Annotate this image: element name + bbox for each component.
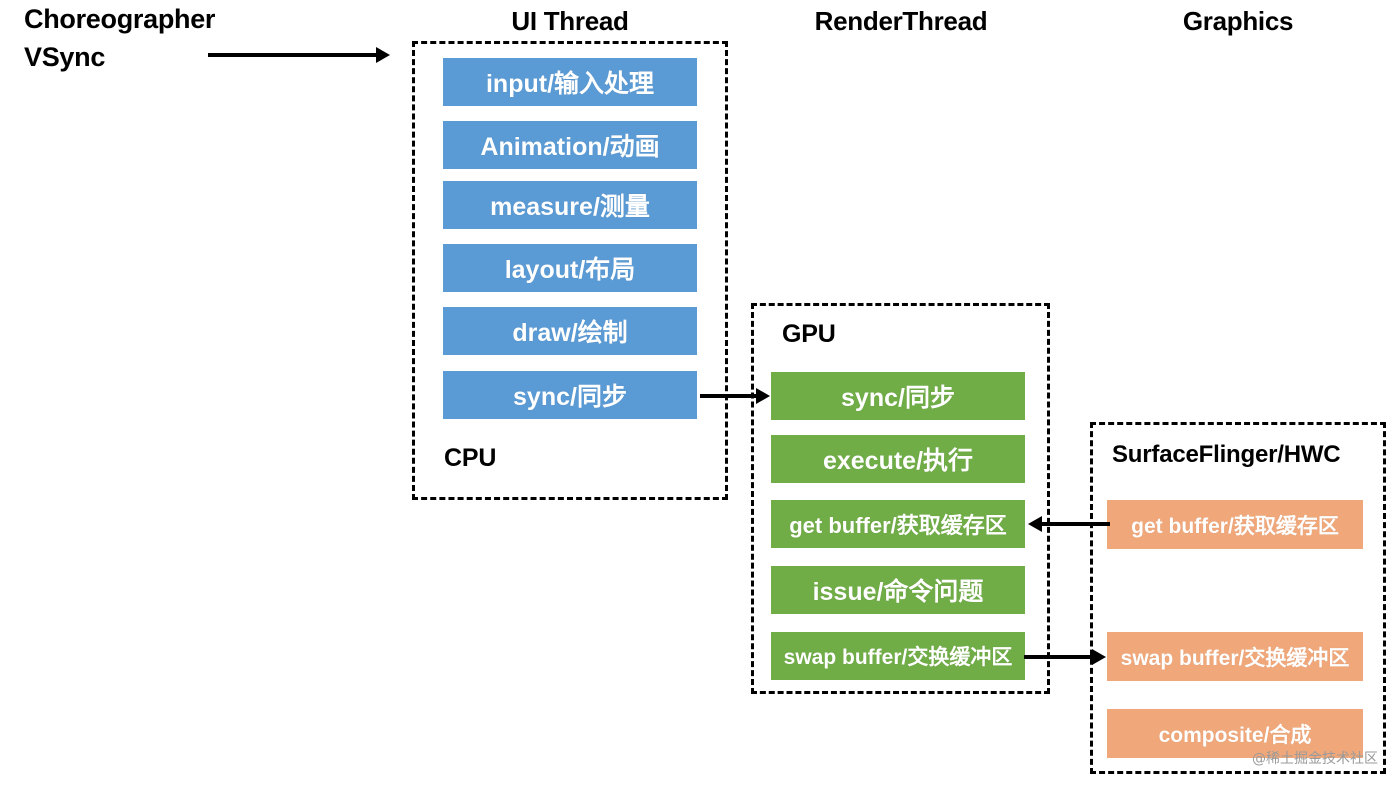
arrow-vsync-to-ui-thread-head [376,47,390,63]
gpu-step-execute[interactable]: execute/执行 [771,435,1025,483]
column-header-ui-thread: UI Thread [511,6,629,36]
arrow-cpu-sync-to-gpu-sync-head [756,388,770,404]
sf-step-get-buffer[interactable]: get buffer/获取缓存区 [1107,500,1363,549]
arrow-sf-getbuffer-to-gpu-getbuffer-line [1042,522,1110,526]
choreographer-vsync-label: Choreographer VSync [24,0,215,76]
column-header-graphics: Graphics [1182,6,1294,36]
arrow-cpu-sync-to-gpu-sync-line [700,394,756,398]
arrow-gpu-swapbuffer-to-sf-swapbuffer-line [1024,655,1092,659]
surfaceflinger-zone-label: SurfaceFlinger/HWC [1112,441,1341,468]
gpu-zone-label: GPU [782,320,836,348]
arrow-vsync-to-ui-thread-line [208,53,376,57]
cpu-step-draw[interactable]: draw/绘制 [443,307,697,355]
watermark-label: @稀土掘金技术社区 [1252,751,1378,767]
arrow-gpu-swapbuffer-to-sf-swapbuffer-head [1092,649,1106,665]
gpu-step-get-buffer[interactable]: get buffer/获取缓存区 [771,500,1025,548]
column-header-render-thread: RenderThread [814,6,988,36]
vsync-label: VSync [24,42,106,72]
diagram-canvas: Choreographer VSync UI Thread RenderThre… [0,0,1400,786]
cpu-step-animation[interactable]: Animation/动画 [443,121,697,169]
gpu-step-issue[interactable]: issue/命令问题 [771,566,1025,614]
gpu-step-sync[interactable]: sync/同步 [771,372,1025,420]
arrow-sf-getbuffer-to-gpu-getbuffer-head [1028,516,1042,532]
cpu-step-input[interactable]: input/输入处理 [443,58,697,106]
cpu-step-sync[interactable]: sync/同步 [443,371,697,419]
gpu-step-swap-buffer[interactable]: swap buffer/交换缓冲区 [771,632,1025,680]
cpu-step-measure[interactable]: measure/测量 [443,181,697,229]
cpu-step-layout[interactable]: layout/布局 [443,244,697,292]
cpu-zone-label: CPU [444,444,497,472]
choreographer-label: Choreographer [24,4,216,34]
sf-step-swap-buffer[interactable]: swap buffer/交换缓冲区 [1107,632,1363,681]
